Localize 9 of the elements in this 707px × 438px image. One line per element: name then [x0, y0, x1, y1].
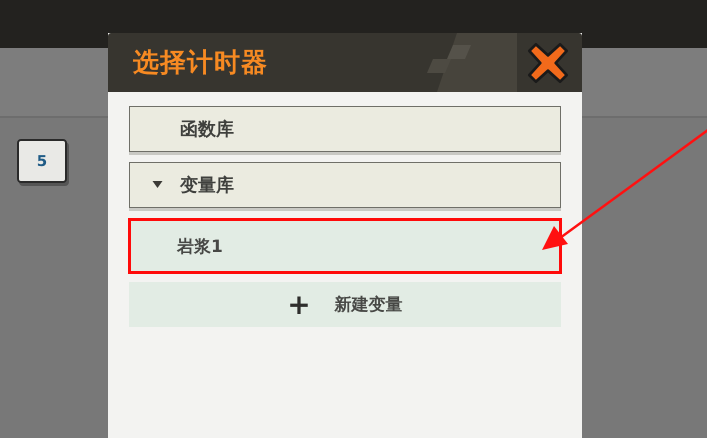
key-button[interactable]: 5 [17, 139, 67, 183]
close-icon [526, 41, 570, 85]
dialog-title: 选择计时器 [133, 47, 268, 80]
library-label: 变量库 [180, 174, 234, 197]
library-label: 函数库 [180, 118, 234, 141]
library-header[interactable]: 函数库 [129, 106, 561, 152]
variable-item[interactable]: 岩浆1 [128, 218, 562, 274]
library-header[interactable]: 变量库 [129, 162, 561, 208]
new-variable-button[interactable]: + 新建变量 [129, 282, 561, 327]
